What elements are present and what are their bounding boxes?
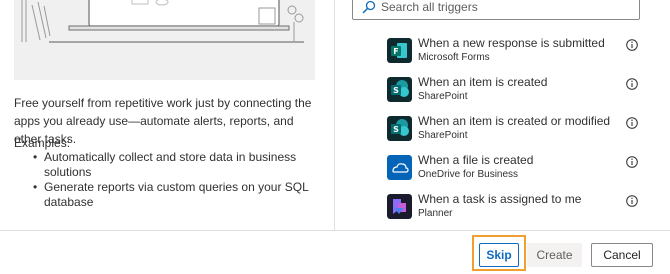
sharepoint-icon: S bbox=[387, 116, 412, 141]
example-item: • Automatically collect and store data in… bbox=[14, 150, 324, 180]
trigger-item[interactable]: S When an item is created SharePoint bbox=[387, 75, 647, 105]
info-icon[interactable] bbox=[626, 156, 638, 168]
trigger-title: When an item is created or modified bbox=[418, 114, 611, 128]
skip-button[interactable]: Skip bbox=[479, 243, 519, 267]
planner-icon bbox=[387, 194, 412, 219]
footer-divider bbox=[0, 230, 670, 231]
computer-illustration bbox=[14, 0, 315, 80]
microsoft-forms-icon: F bbox=[387, 38, 412, 63]
bullet-icon: • bbox=[33, 180, 38, 194]
info-icon[interactable] bbox=[626, 117, 638, 129]
cancel-button[interactable]: Cancel bbox=[591, 243, 653, 267]
examples-list: • Automatically collect and store data in… bbox=[14, 150, 324, 210]
trigger-item[interactable]: F When a new response is submitted Micro… bbox=[387, 36, 647, 66]
sharepoint-icon: S bbox=[387, 77, 412, 102]
examples-heading: Examples: bbox=[14, 136, 71, 150]
search-input[interactable] bbox=[381, 0, 631, 16]
trigger-item[interactable]: When a task is assigned to me Planner bbox=[387, 192, 647, 222]
svg-text:S: S bbox=[393, 86, 399, 95]
hero-illustration bbox=[14, 0, 315, 80]
left-panel: Free yourself from repetitive work just … bbox=[0, 0, 334, 230]
trigger-title: When a file is created bbox=[418, 153, 534, 167]
trigger-connector: Microsoft Forms bbox=[418, 52, 490, 63]
trigger-connector: SharePoint bbox=[418, 130, 468, 141]
svg-text:S: S bbox=[393, 125, 399, 134]
trigger-item[interactable]: When a file is created OneDrive for Busi… bbox=[387, 153, 647, 183]
example-text: Automatically collect and store data in … bbox=[44, 150, 297, 179]
trigger-connector: OneDrive for Business bbox=[418, 169, 519, 180]
trigger-item[interactable]: S When an item is created or modified Sh… bbox=[387, 114, 647, 144]
search-icon bbox=[362, 0, 376, 14]
info-icon[interactable] bbox=[626, 78, 638, 90]
onedrive-icon bbox=[387, 155, 412, 180]
trigger-connector: SharePoint bbox=[418, 91, 468, 102]
example-item: • Generate reports via custom queries on … bbox=[14, 180, 324, 210]
info-icon[interactable] bbox=[626, 39, 638, 51]
svg-text:F: F bbox=[393, 47, 398, 56]
trigger-connector: Planner bbox=[418, 208, 453, 219]
bullet-icon: • bbox=[33, 150, 38, 164]
trigger-title: When a task is assigned to me bbox=[418, 192, 582, 206]
example-text: Generate reports via custom queries on y… bbox=[44, 180, 309, 209]
trigger-title: When an item is created bbox=[418, 75, 548, 89]
search-box[interactable] bbox=[352, 0, 640, 20]
trigger-title: When a new response is submitted bbox=[418, 36, 605, 50]
create-button[interactable]: Create bbox=[527, 243, 582, 267]
info-icon[interactable] bbox=[626, 195, 638, 207]
trigger-picker: F When a new response is submitted Micro… bbox=[335, 0, 670, 230]
